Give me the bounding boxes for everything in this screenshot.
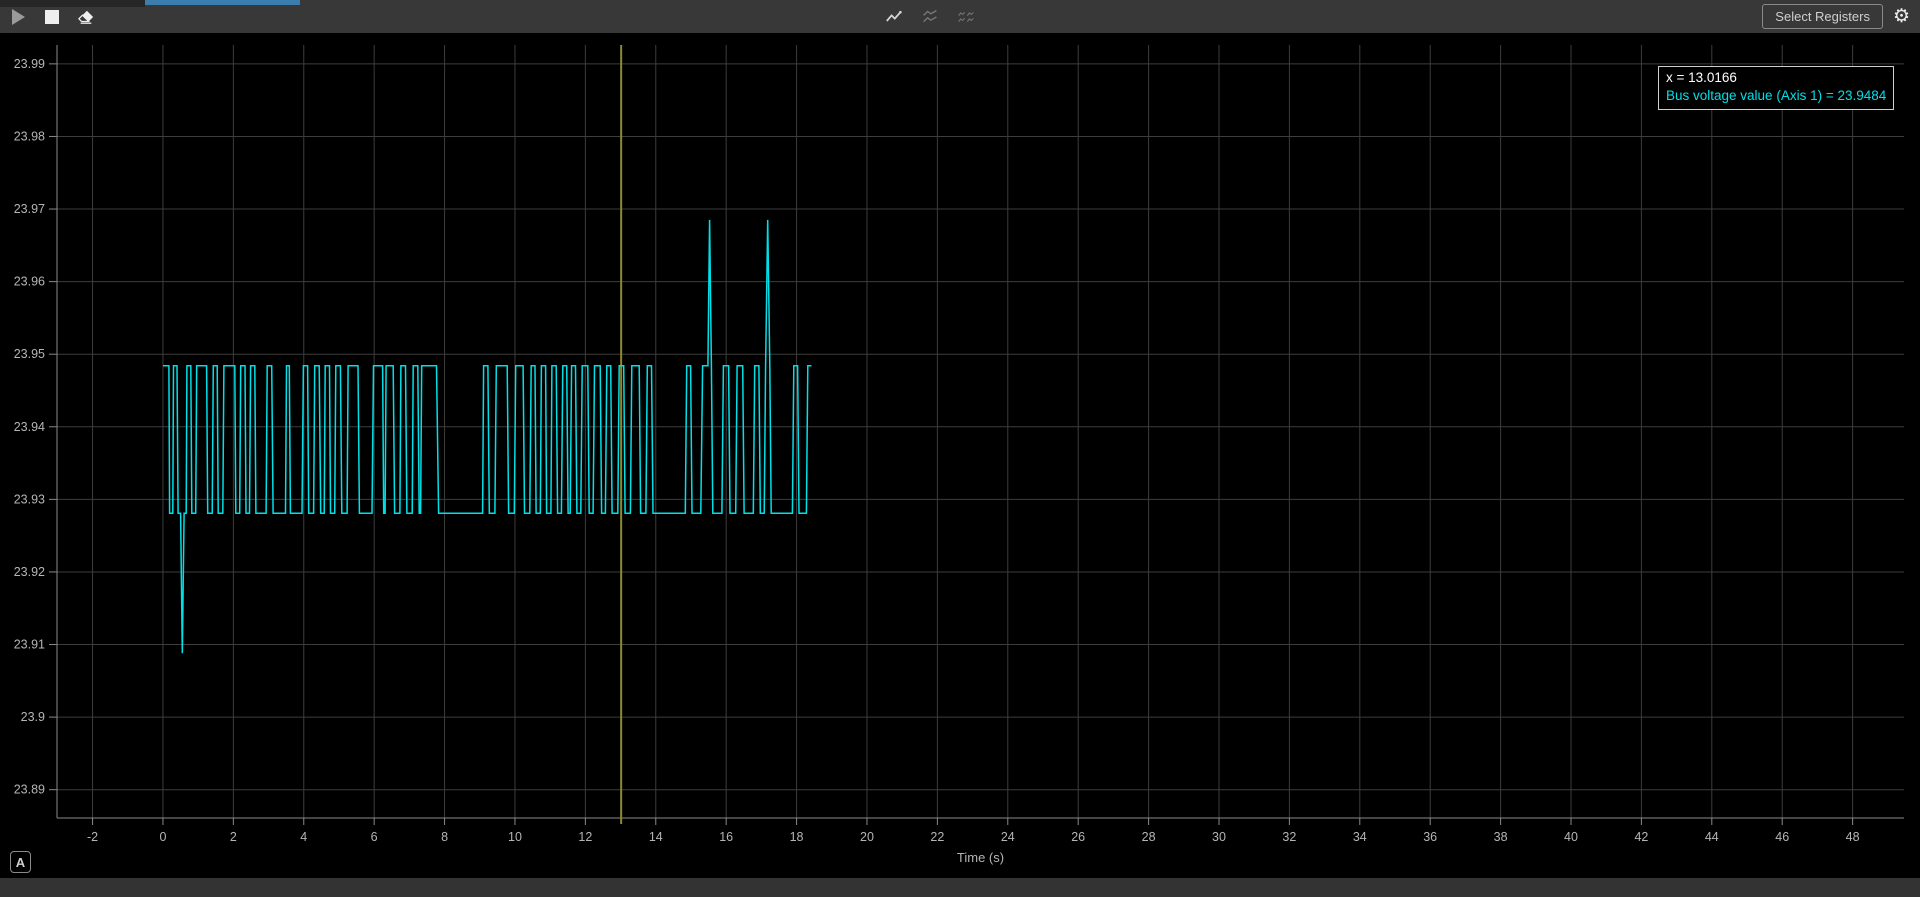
svg-text:23.96: 23.96 xyxy=(14,275,45,289)
svg-text:44: 44 xyxy=(1705,830,1719,844)
autoscale-button[interactable]: A xyxy=(10,851,31,873)
play-button[interactable] xyxy=(8,5,28,29)
eraser-icon xyxy=(78,9,94,25)
svg-text:28: 28 xyxy=(1142,830,1156,844)
clear-plot-button[interactable] xyxy=(76,5,96,29)
svg-text:23.97: 23.97 xyxy=(14,202,45,216)
svg-text:8: 8 xyxy=(441,830,448,844)
svg-text:18: 18 xyxy=(790,830,804,844)
svg-text:20: 20 xyxy=(860,830,874,844)
axes xyxy=(49,45,1904,825)
svg-text:34: 34 xyxy=(1353,830,1367,844)
svg-text:23.93: 23.93 xyxy=(14,492,45,506)
play-icon xyxy=(10,8,26,26)
svg-text:10: 10 xyxy=(508,830,522,844)
status-bar xyxy=(0,878,1920,897)
cursor-tooltip: x = 13.0166 Bus voltage value (Axis 1) =… xyxy=(1658,66,1894,110)
dual-plot-icon xyxy=(922,8,938,26)
line-chart[interactable]: -202468101214161820222426283032343638404… xyxy=(0,33,1920,878)
settings-button[interactable]: ⚙ xyxy=(1893,7,1910,26)
svg-text:38: 38 xyxy=(1494,830,1508,844)
svg-text:23.92: 23.92 xyxy=(14,565,45,579)
stop-icon xyxy=(45,10,59,24)
gear-icon: ⚙ xyxy=(1893,6,1910,27)
svg-text:16: 16 xyxy=(719,830,733,844)
svg-text:42: 42 xyxy=(1634,830,1648,844)
svg-text:24: 24 xyxy=(1001,830,1015,844)
toolbar-right: Select Registers ⚙ xyxy=(1762,0,1910,33)
svg-text:36: 36 xyxy=(1423,830,1437,844)
x-axis-label: Time (s) xyxy=(957,850,1004,865)
svg-text:46: 46 xyxy=(1775,830,1789,844)
svg-text:32: 32 xyxy=(1282,830,1296,844)
single-plot-icon xyxy=(886,9,902,25)
svg-text:30: 30 xyxy=(1212,830,1226,844)
single-plot-button[interactable] xyxy=(884,5,904,29)
svg-text:23.91: 23.91 xyxy=(14,638,45,652)
trace-bus-voltage-value-axis-1- xyxy=(163,220,811,653)
quad-plot-button[interactable] xyxy=(956,5,976,29)
transport-controls xyxy=(8,0,96,33)
plot-layout-controls xyxy=(884,0,976,33)
svg-text:40: 40 xyxy=(1564,830,1578,844)
svg-text:23.94: 23.94 xyxy=(14,420,45,434)
svg-text:48: 48 xyxy=(1846,830,1860,844)
svg-text:0: 0 xyxy=(159,830,166,844)
tooltip-series-value: Bus voltage value (Axis 1) = 23.9484 xyxy=(1666,87,1886,105)
svg-text:23.98: 23.98 xyxy=(14,129,45,143)
stop-button[interactable] xyxy=(42,5,62,29)
svg-text:23.95: 23.95 xyxy=(14,347,45,361)
svg-text:23.9: 23.9 xyxy=(21,710,45,724)
svg-text:23.89: 23.89 xyxy=(14,783,45,797)
svg-text:14: 14 xyxy=(649,830,663,844)
svg-text:4: 4 xyxy=(300,830,307,844)
svg-text:22: 22 xyxy=(930,830,944,844)
quad-plot-icon xyxy=(958,8,974,26)
active-tab-indicator xyxy=(145,0,300,5)
dual-plot-button[interactable] xyxy=(920,5,940,29)
svg-text:23.99: 23.99 xyxy=(14,57,45,71)
chart-area: -202468101214161820222426283032343638404… xyxy=(0,33,1920,878)
toolbar: Select Registers ⚙ xyxy=(0,0,1920,33)
plotter-window: Select Registers ⚙ -20246810121416182022… xyxy=(0,0,1920,897)
svg-text:-2: -2 xyxy=(87,830,98,844)
svg-text:6: 6 xyxy=(371,830,378,844)
tooltip-x-value: x = 13.0166 xyxy=(1666,69,1886,87)
gridlines xyxy=(57,45,1904,818)
select-registers-button[interactable]: Select Registers xyxy=(1762,4,1883,29)
svg-text:12: 12 xyxy=(578,830,592,844)
svg-text:26: 26 xyxy=(1071,830,1085,844)
svg-text:2: 2 xyxy=(230,830,237,844)
